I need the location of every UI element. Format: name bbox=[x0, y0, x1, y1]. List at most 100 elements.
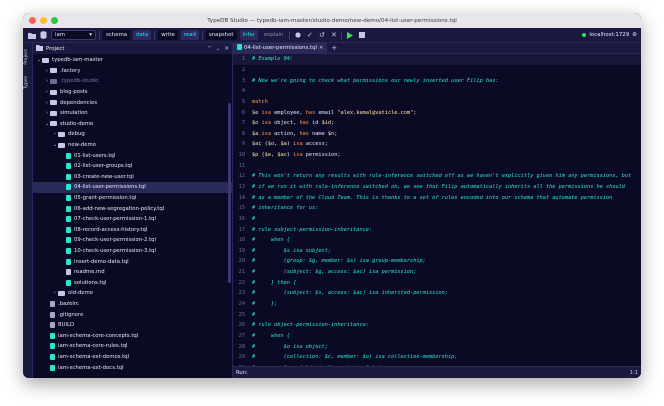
code-line[interactable]: 16 # bbox=[233, 214, 641, 225]
types-panel-toggle[interactable]: Types bbox=[24, 76, 29, 89]
tree-item[interactable]: .gitignore bbox=[33, 309, 232, 320]
tree-item[interactable]: › .factory bbox=[33, 66, 232, 77]
line-number: 26 bbox=[238, 322, 245, 329]
tree-item[interactable]: iam-schema-ext-demos.tql bbox=[33, 352, 232, 363]
collapse-all-icon[interactable]: ⌃ bbox=[207, 46, 212, 52]
tree-item[interactable]: insert-demo-data.tql bbox=[33, 256, 232, 267]
tree-item[interactable]: iam-schema-core-rules.tql bbox=[33, 341, 232, 352]
tree-item-label: iam-schema-ext-demos.tql bbox=[58, 353, 130, 360]
tree-item-label: 03-create-new-user.tql bbox=[74, 173, 134, 180]
code-line[interactable]: 11 bbox=[233, 160, 641, 171]
tree-item[interactable]: ⌄ typedb-iam-master bbox=[33, 55, 232, 66]
tree-item[interactable]: › simulation bbox=[33, 108, 232, 119]
tree-item[interactable]: 01-list-users.tql bbox=[33, 150, 232, 161]
tree-item[interactable]: 07-check-user-permission-1.tql bbox=[33, 214, 232, 225]
tree-item[interactable]: 03-create-new-user.tql bbox=[33, 172, 232, 183]
editor-area: 04-list-user-permissions.tql ✕ + 1 # Exam… bbox=[233, 43, 641, 378]
code-line[interactable]: 10 $p ($e, $ac) isa permission; bbox=[233, 150, 641, 161]
project-scrollbar[interactable] bbox=[228, 103, 231, 283]
code-line[interactable]: 4 bbox=[233, 86, 641, 97]
code-line[interactable]: 28 # $o isa object; bbox=[233, 341, 641, 352]
close-window-button[interactable] bbox=[29, 17, 36, 24]
code-token: # when { bbox=[252, 332, 290, 339]
stop-icon[interactable] bbox=[357, 31, 366, 40]
session-schema-button[interactable]: schema bbox=[103, 30, 131, 40]
tree-item[interactable]: BUILD bbox=[33, 320, 232, 331]
tab-04-list-user-permissions[interactable]: 04-list-user-permissions.tql ✕ bbox=[233, 43, 328, 54]
minimize-window-button[interactable] bbox=[40, 17, 47, 24]
tree-item[interactable]: 04-list-user-permissions.tql bbox=[33, 182, 232, 193]
tree-item[interactable]: iam-schema-ext-docs.tql bbox=[33, 362, 232, 373]
code-line[interactable]: 24 # }; bbox=[233, 299, 641, 310]
tree-item[interactable]: ⌄ new-demo bbox=[33, 140, 232, 151]
check-icon[interactable]: ✓ bbox=[305, 31, 314, 40]
tree-item[interactable]: ⌄ studio-demo bbox=[33, 119, 232, 130]
new-tab-button[interactable]: + bbox=[327, 44, 341, 52]
close-panel-icon[interactable]: ✕ bbox=[224, 46, 229, 52]
rollback-icon[interactable]: ↺ bbox=[317, 31, 326, 40]
tree-item-label: 07-check-user-permission-1.tql bbox=[74, 216, 156, 223]
tree-item[interactable]: 08-record-access-history.tql bbox=[33, 225, 232, 236]
tree-item[interactable]: 10-check-user-permission-3.tql bbox=[33, 246, 232, 257]
project-panel-toggle[interactable]: Project bbox=[24, 49, 29, 65]
code-line[interactable]: 8 $a isa action, has name $n; bbox=[233, 128, 641, 139]
session-data-button[interactable]: data bbox=[133, 30, 152, 40]
code-line[interactable]: 18 # when { bbox=[233, 235, 641, 246]
code-text: # (collection: $c, member: $o) isa colle… bbox=[248, 354, 457, 360]
code-line[interactable]: 23 # (subject: $s, access: $ac) isa inher… bbox=[233, 288, 641, 299]
tree-item[interactable]: iam-schema-core-concepts.tql bbox=[33, 330, 232, 341]
folder-open-icon[interactable] bbox=[27, 31, 36, 40]
code-line[interactable]: 19 # $s isa subject; bbox=[233, 246, 641, 257]
tree-item[interactable]: › debug bbox=[33, 129, 232, 140]
database-icon[interactable] bbox=[39, 31, 48, 40]
code-line[interactable]: 9 $ac ($o, $a) isa access; bbox=[233, 139, 641, 150]
infer-toggle[interactable]: infer bbox=[239, 30, 258, 40]
tree-item[interactable]: 05-grant-permission.tql bbox=[33, 193, 232, 204]
tree-item[interactable]: › old-demo bbox=[33, 288, 232, 299]
play-icon[interactable] bbox=[345, 31, 354, 40]
tree-item[interactable]: readme.md bbox=[33, 267, 232, 278]
code-line[interactable]: 1 # Example 04: bbox=[233, 54, 641, 65]
close-transaction-icon[interactable]: ✕ bbox=[329, 31, 338, 40]
tree-item[interactable]: › dependencies bbox=[33, 97, 232, 108]
tree-item[interactable]: › .typedb-studio bbox=[33, 76, 232, 87]
tree-item[interactable]: 06-add-new-segregation-policy.tql bbox=[33, 203, 232, 214]
settings-icon[interactable]: ⚙ bbox=[632, 32, 637, 38]
code-line[interactable]: 22 # } then { bbox=[233, 277, 641, 288]
code-line[interactable]: 25 # bbox=[233, 309, 641, 320]
code-line[interactable]: 27 # when { bbox=[233, 331, 641, 342]
tree-item[interactable]: solutions.tql bbox=[33, 277, 232, 288]
code-line[interactable]: 26 # rule object-permission-inheritance: bbox=[233, 320, 641, 331]
tree-item[interactable]: .bazelrc bbox=[33, 299, 232, 310]
code-text: # when { bbox=[248, 237, 290, 243]
line-number: 21 bbox=[238, 269, 245, 276]
server-status[interactable]: localhost:1729 ⚙ bbox=[582, 32, 637, 38]
tree-item[interactable]: 02-list-user-groups.tql bbox=[33, 161, 232, 172]
tree-item-label: readme.md bbox=[74, 269, 105, 276]
code-line[interactable]: 2 bbox=[233, 65, 641, 76]
code-line[interactable]: 3 # Now we're going to check what permiss… bbox=[233, 75, 641, 86]
code-token: ; bbox=[331, 120, 335, 127]
expand-all-icon[interactable]: ⌄ bbox=[216, 46, 221, 52]
snapshot-toggle[interactable]: snapshot bbox=[205, 30, 237, 40]
code-line[interactable]: 14 # as a member of the Cloud Team. This … bbox=[233, 192, 641, 203]
database-select[interactable]: iam ▾ bbox=[51, 30, 96, 40]
tree-item[interactable]: 09-check-user-permission-2.tql bbox=[33, 235, 232, 246]
code-line[interactable]: 29 # (collection: $c, member: $o) isa col… bbox=[233, 352, 641, 363]
code-line[interactable]: 17 # rule subject-permission-inheritance: bbox=[233, 224, 641, 235]
zoom-window-button[interactable] bbox=[51, 17, 58, 24]
code-line[interactable]: 12 # This won't return any results with r… bbox=[233, 171, 641, 182]
code-line[interactable]: 13 # if we run it with rule-inference swi… bbox=[233, 182, 641, 193]
code-line[interactable]: 21 # (subject: $g, access: $ac) isa permi… bbox=[233, 267, 641, 278]
transaction-write-button[interactable]: write bbox=[158, 30, 178, 40]
explain-toggle[interactable]: explain bbox=[261, 30, 287, 40]
code-editor[interactable]: 1 # Example 04: 2 3 # Now we're going to che… bbox=[233, 54, 641, 366]
code-line[interactable]: 7 $o isa object, has id $id; bbox=[233, 118, 641, 129]
code-line[interactable]: 15 # inheritance for us: bbox=[233, 203, 641, 214]
code-line[interactable]: 20 # (group: $g, member: $s) isa group-me… bbox=[233, 256, 641, 267]
tree-item[interactable]: › blog-posts bbox=[33, 87, 232, 98]
code-line[interactable]: 6 $e isa employee, has email "alex.kamal@… bbox=[233, 107, 641, 118]
code-line[interactable]: 5 match bbox=[233, 97, 641, 108]
transaction-read-button[interactable]: read bbox=[180, 30, 199, 40]
close-tab-icon[interactable]: ✕ bbox=[319, 45, 323, 51]
